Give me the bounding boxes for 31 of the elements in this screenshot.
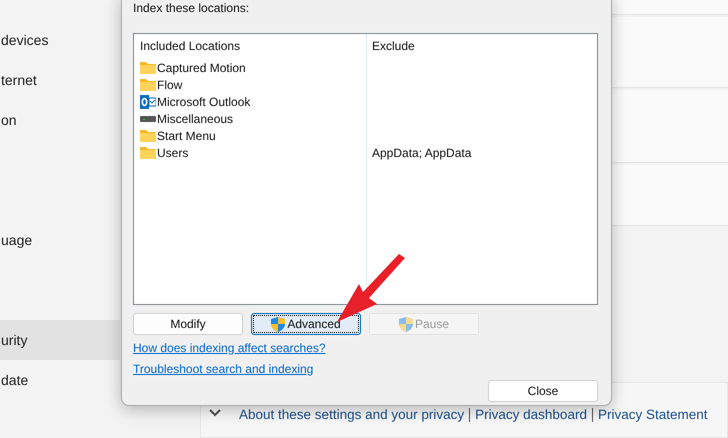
sidebar-item[interactable]: urity — [0, 320, 120, 360]
privacy-link[interactable]: About these settings and your privacy — [239, 407, 464, 422]
folder-icon — [140, 146, 156, 159]
sidebar-item[interactable]: devices — [0, 20, 120, 60]
column-header[interactable]: Included Locations — [140, 36, 366, 56]
help-link[interactable]: How does indexing affect searches? — [133, 341, 326, 355]
exclude-text: AppData; AppData — [372, 146, 472, 160]
folder-icon — [140, 78, 156, 91]
location-name: Users — [157, 146, 188, 160]
help-link[interactable]: Troubleshoot search and indexing — [133, 362, 314, 376]
drive-icon — [140, 116, 156, 122]
sidebar-item[interactable]: on — [0, 100, 120, 140]
mail-icon — [140, 94, 156, 108]
chevron-icon — [209, 409, 221, 417]
folder-icon — [140, 61, 156, 74]
location-name: Microsoft Outlook — [157, 94, 250, 108]
dialog-button[interactable]: Advanced — [251, 313, 361, 335]
location-name: Captured Motion — [157, 60, 246, 74]
privacy-link[interactable]: Privacy Statement — [598, 407, 708, 422]
folder-icon — [140, 129, 156, 142]
dialog-button[interactable]: Modify — [133, 313, 243, 335]
close-button[interactable]: Close — [488, 380, 598, 402]
column-header[interactable]: Exclude — [372, 36, 597, 56]
dialog-heading: Index these locations: — [133, 1, 250, 17]
sidebar-item[interactable]: ternet — [0, 60, 120, 100]
sidebar-item[interactable]: date — [0, 360, 120, 400]
sidebar-item[interactable]: uage — [0, 220, 120, 260]
location-name: Start Menu — [157, 128, 216, 142]
location-name: Miscellaneous — [157, 112, 234, 126]
privacy-link[interactable]: Privacy dashboard — [475, 407, 587, 422]
location-name: Flow — [157, 78, 182, 92]
